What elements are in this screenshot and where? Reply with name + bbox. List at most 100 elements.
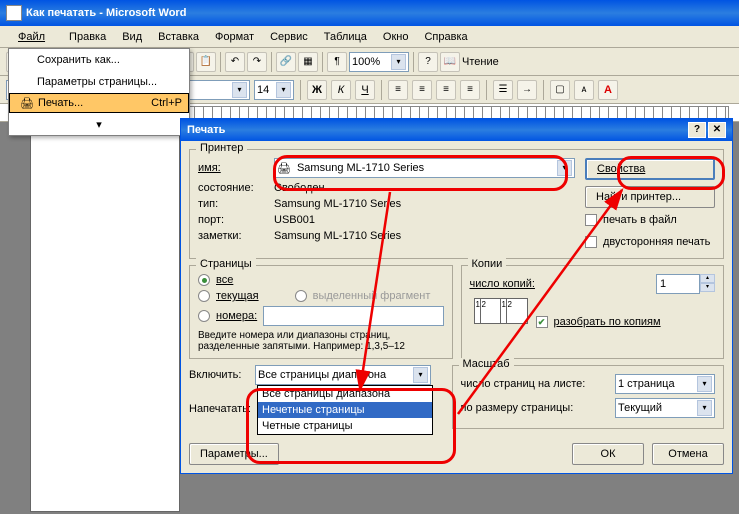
collate-checkbox[interactable]: ✔ <box>536 316 548 328</box>
include-combo[interactable]: Все страницы диапазона ▾ <box>255 365 431 385</box>
read-label[interactable]: Чтение <box>462 56 499 68</box>
include-option[interactable]: Четные страницы <box>258 418 432 434</box>
include-dropdown-list: Все страницы диапазона Нечетные страницы… <box>257 385 433 435</box>
table-icon[interactable]: ▦ <box>298 52 318 72</box>
help-icon[interactable]: ? <box>418 52 438 72</box>
menu-help[interactable]: Справка <box>416 28 475 46</box>
bold-icon[interactable]: Ж <box>307 80 327 100</box>
print-dialog: Печать ? ✕ Принтер имя: 🖨 Samsung ML-171… <box>180 118 733 474</box>
size-label: по размеру страницы: <box>461 402 574 414</box>
menu-page-setup[interactable]: Параметры страницы... <box>9 71 189 93</box>
undo-icon[interactable]: ↶ <box>225 52 245 72</box>
menu-window[interactable]: Окно <box>375 28 417 46</box>
chevron-down-icon[interactable]: ▾ <box>232 82 247 98</box>
port-value: USB001 <box>274 214 315 226</box>
align-justify-icon[interactable]: ≡ <box>460 80 480 100</box>
include-option[interactable]: Все страницы диапазона <box>258 386 432 402</box>
count-input[interactable] <box>656 274 700 294</box>
color-icon[interactable]: А <box>598 80 618 100</box>
all-radio[interactable] <box>198 274 210 286</box>
current-label: текущая <box>216 290 259 302</box>
menu-file[interactable]: Файл <box>2 28 61 46</box>
menu-label: Параметры страницы... <box>37 76 157 88</box>
align-right-icon[interactable]: ≡ <box>436 80 456 100</box>
size-combo[interactable]: 14 ▾ <box>254 80 294 100</box>
type-label: тип: <box>198 198 268 210</box>
highlight-icon[interactable]: ᴀ <box>574 80 594 100</box>
all-label: все <box>216 274 233 286</box>
underline-icon[interactable]: Ч <box>355 80 375 100</box>
printer-icon: 🖨 <box>16 97 38 110</box>
shortcut: Ctrl+P <box>151 97 182 109</box>
scale-group: Масштаб число страниц на листе: 1 страни… <box>452 365 725 429</box>
dialog-titlebar[interactable]: Печать ? ✕ <box>181 119 732 141</box>
cancel-button[interactable]: Отмена <box>652 443 724 465</box>
print-label: Напечатать: <box>189 403 251 415</box>
notes-label: заметки: <box>198 230 268 242</box>
properties-button[interactable]: Свойства <box>585 158 715 180</box>
menu-service[interactable]: Сервис <box>262 28 316 46</box>
align-center-icon[interactable]: ≡ <box>412 80 432 100</box>
menu-save-as[interactable]: Сохранить как... <box>9 49 189 71</box>
numbers-input[interactable] <box>263 306 443 326</box>
count-label: число копий: <box>470 278 535 290</box>
chevron-down-icon[interactable]: ▾ <box>413 367 428 383</box>
menu-label: Печать... <box>38 97 83 109</box>
redo-icon[interactable]: ↷ <box>247 52 267 72</box>
name-label: имя: <box>198 162 268 174</box>
numbers-label: номера: <box>216 310 257 322</box>
current-radio[interactable] <box>198 290 210 302</box>
menu-table[interactable]: Таблица <box>316 28 375 46</box>
link-icon[interactable]: 🔗 <box>276 52 296 72</box>
word-icon <box>6 5 22 21</box>
ok-button[interactable]: ОК <box>572 443 644 465</box>
params-button[interactable]: Параметры... <box>189 443 279 465</box>
collate-illustration: 12 12 <box>470 298 530 346</box>
selection-label: выделенный фрагмент <box>313 290 431 302</box>
chevron-down-icon[interactable]: ▾ <box>276 82 291 98</box>
menu-format[interactable]: Формат <box>207 28 262 46</box>
help-button[interactable]: ? <box>688 122 706 138</box>
to-file-checkbox[interactable] <box>585 214 597 226</box>
pages-group: Страницы все текущая выделенный фрагмент… <box>189 265 453 359</box>
italic-icon[interactable]: К <box>331 80 351 100</box>
size-combo[interactable]: Текущий ▾ <box>615 398 715 418</box>
chevron-down-icon[interactable]: ▾ <box>557 160 572 176</box>
printer-name-combo[interactable]: 🖨 Samsung ML-1710 Series ▾ <box>274 158 575 178</box>
port-label: порт: <box>198 214 268 226</box>
menu-expand[interactable]: ▾ <box>9 113 189 135</box>
chevron-down-icon: ▾ <box>96 118 102 131</box>
printer-name-value: Samsung ML-1710 Series <box>297 162 424 174</box>
close-button[interactable]: ✕ <box>708 122 726 138</box>
include-value: Все страницы диапазона <box>258 369 386 381</box>
paste-icon[interactable]: 📋 <box>196 52 216 72</box>
chevron-down-icon[interactable]: ▾ <box>391 54 406 70</box>
state-value: Свободен <box>274 182 325 194</box>
find-printer-button[interactable]: Найти принтер... <box>585 186 715 208</box>
align-left-icon[interactable]: ≡ <box>388 80 408 100</box>
indent-icon[interactable]: → <box>517 80 537 100</box>
menu-insert[interactable]: Вставка <box>150 28 207 46</box>
border-icon[interactable]: ▢ <box>550 80 570 100</box>
menu-view[interactable]: Вид <box>114 28 150 46</box>
duplex-checkbox[interactable] <box>585 236 597 248</box>
pages-hint: Введите номера или диапазоны страниц, ра… <box>198 330 444 352</box>
zoom-value: 100% <box>352 56 380 68</box>
include-option[interactable]: Нечетные страницы <box>258 402 432 418</box>
chevron-down-icon[interactable]: ▾ <box>697 400 712 416</box>
para-icon[interactable]: ¶ <box>327 52 347 72</box>
type-value: Samsung ML-1710 Series <box>274 198 401 210</box>
read-icon[interactable]: 📖 <box>440 52 460 72</box>
zoom-combo[interactable]: 100% ▾ <box>349 52 409 72</box>
page[interactable] <box>30 132 180 512</box>
list-icon[interactable]: ☰ <box>493 80 513 100</box>
menu-edit[interactable]: Правка <box>61 28 114 46</box>
pps-combo[interactable]: 1 страница ▾ <box>615 374 715 394</box>
menu-print[interactable]: 🖨 Печать... Ctrl+P <box>9 93 189 113</box>
include-label: Включить: <box>189 369 249 381</box>
count-spinner[interactable]: ▴▾ <box>700 274 715 294</box>
menu-label: Сохранить как... <box>37 54 120 66</box>
numbers-radio[interactable] <box>198 310 210 322</box>
dialog-title: Печать <box>187 124 225 136</box>
chevron-down-icon[interactable]: ▾ <box>697 376 712 392</box>
